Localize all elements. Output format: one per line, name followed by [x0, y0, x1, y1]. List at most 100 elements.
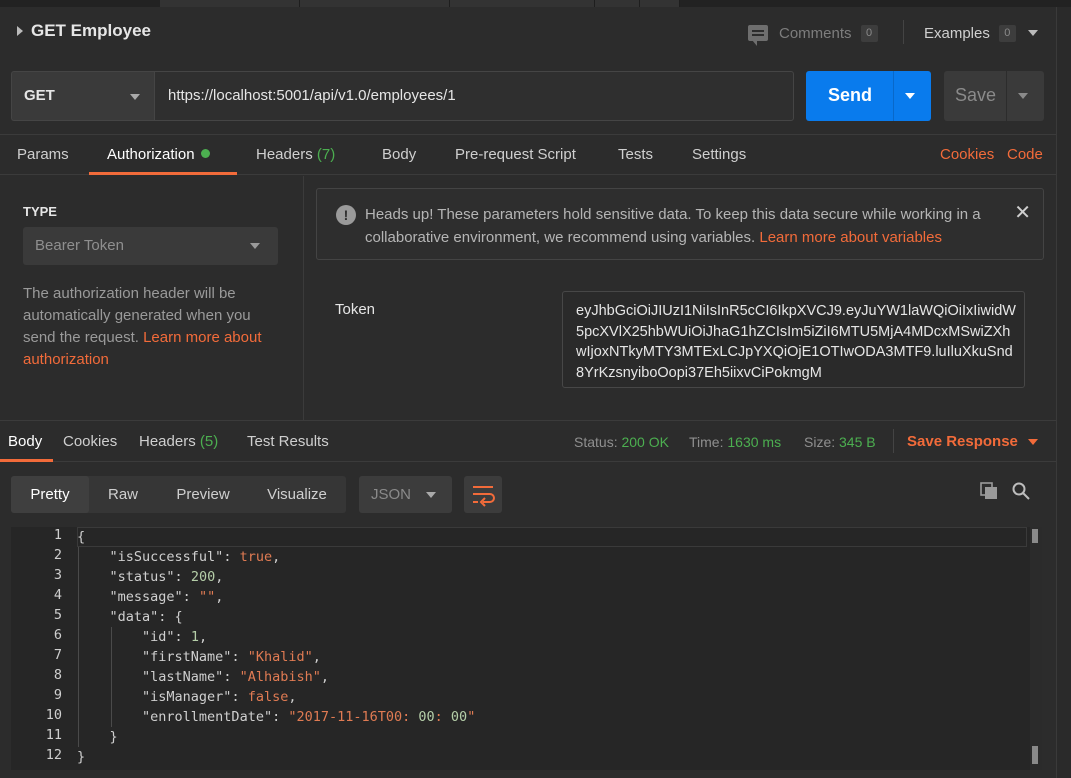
tab-strip-piece[interactable]: [640, 0, 680, 7]
editor-scrollbar[interactable]: [1030, 527, 1042, 770]
divider: [893, 429, 894, 453]
auth-description: The authorization header will be automat…: [23, 283, 285, 371]
tab-response-cookies[interactable]: Cookies: [63, 433, 117, 450]
line-number: 1: [53, 527, 62, 543]
line-number: 4: [53, 587, 62, 603]
tab-response-headers-label: Headers: [139, 433, 196, 450]
tab-strip-piece[interactable]: [300, 0, 450, 7]
chevron-down-icon: [426, 492, 436, 498]
line-number: 6: [53, 627, 62, 643]
comment-icon: [748, 25, 768, 46]
send-options-chevron-icon[interactable]: [905, 93, 915, 99]
time-info: Time: 1630 ms: [689, 434, 781, 450]
code-line: "id": 1,: [142, 629, 208, 645]
code-line: "data": {: [109, 609, 183, 625]
save-options-chevron-icon[interactable]: [1018, 93, 1028, 99]
line-number-gutter: 1 2 3 4 5 6 7 8 9 10 11 12: [11, 527, 69, 770]
preview-button[interactable]: Preview: [161, 476, 245, 513]
line-number: 9: [53, 687, 62, 703]
scrollbar-thumb[interactable]: [1032, 529, 1038, 543]
code-link[interactable]: Code: [1007, 146, 1043, 163]
tab-response-body[interactable]: Body: [8, 433, 42, 450]
raw-button[interactable]: Raw: [91, 476, 155, 513]
save-response-button[interactable]: Save Response: [907, 433, 1038, 450]
method-select[interactable]: GET: [11, 71, 154, 121]
size-label: Size:: [804, 434, 836, 450]
url-input[interactable]: https://localhost:5001/api/v1.0/employee…: [154, 71, 794, 121]
token-value: eyJhbGciOiJIUzI1NiIsInR5cCI6IkpXVCJ9.eyJ…: [576, 303, 1016, 381]
line-number: 7: [53, 647, 62, 663]
tab-strip-piece[interactable]: [160, 0, 300, 7]
tab-params[interactable]: Params: [17, 146, 69, 163]
divider: [903, 20, 904, 44]
code-line: "enrollmentDate": "2017-11-16T00: 00: 00…: [142, 709, 476, 725]
window-scrollbar[interactable]: [1056, 7, 1071, 778]
alert-icon: !: [336, 205, 356, 225]
tab-strip-piece[interactable]: [595, 0, 640, 7]
comments-count: 0: [860, 24, 878, 42]
request-tabs: Params Authorization Headers (7) Body Pr…: [0, 134, 1056, 175]
tab-authorization-label: Authorization: [107, 146, 195, 163]
scrollbar-thumb[interactable]: [1032, 746, 1038, 764]
tab-authorization[interactable]: Authorization: [107, 146, 210, 163]
pretty-button[interactable]: Pretty: [11, 476, 89, 513]
tab-headers[interactable]: Headers (7): [256, 146, 335, 163]
tab-settings[interactable]: Settings: [692, 146, 746, 163]
tab-body[interactable]: Body: [382, 146, 416, 163]
time-label: Time:: [689, 434, 724, 450]
tab-strip-piece[interactable]: [450, 0, 595, 7]
line-number: 10: [45, 707, 62, 723]
headers-count: (7): [316, 146, 336, 163]
tab-prerequest-script[interactable]: Pre-request Script: [455, 146, 576, 163]
warning-text: Heads up! These parameters hold sensitiv…: [365, 203, 1005, 249]
auth-type-panel: TYPE Bearer Token The authorization head…: [0, 176, 304, 420]
tab-test-results[interactable]: Test Results: [247, 433, 329, 450]
time-value: 1630 ms: [727, 434, 782, 450]
method-value: GET: [24, 87, 55, 104]
search-icon[interactable]: [1012, 482, 1030, 500]
visualize-button[interactable]: Visualize: [251, 476, 343, 513]
token-label: Token: [335, 301, 376, 318]
status-info: Status: 200 OK: [574, 434, 669, 450]
wrap-lines-icon: [473, 486, 495, 507]
sensitive-data-warning: ! Heads up! These parameters hold sensit…: [316, 188, 1044, 260]
line-number: 3: [53, 567, 62, 583]
code-line: "lastName": "Alhabish",: [142, 669, 329, 685]
line-number: 5: [53, 607, 62, 623]
tab-headers-label: Headers: [256, 146, 313, 163]
auth-details-panel: ! Heads up! These parameters hold sensit…: [304, 176, 1056, 420]
cookies-link[interactable]: Cookies: [940, 146, 994, 163]
comments-label: Comments: [779, 24, 852, 42]
learn-more-variables-link[interactable]: Learn more about variables: [759, 229, 942, 246]
token-input[interactable]: eyJhbGciOiJIUzI1NiIsInR5cCI6IkpXVCJ9.eyJ…: [562, 291, 1025, 388]
wrap-lines-button[interactable]: [464, 476, 502, 513]
line-number: 2: [53, 547, 62, 563]
examples-count: 0: [998, 24, 1016, 42]
save-button[interactable]: Save: [944, 71, 1044, 121]
response-body-editor[interactable]: 1 2 3 4 5 6 7 8 9 10 11 12 { "isSuccessf…: [11, 527, 1041, 770]
active-indicator-dot: [200, 149, 210, 158]
copy-icon[interactable]: [980, 482, 998, 500]
url-value: https://localhost:5001/api/v1.0/employee…: [168, 87, 456, 104]
tab-tests[interactable]: Tests: [618, 146, 653, 163]
chevron-down-icon: [130, 94, 140, 100]
auth-type-select[interactable]: Bearer Token: [23, 227, 278, 265]
response-headers-count: (5): [199, 433, 219, 450]
comments-button[interactable]: Comments 0: [748, 22, 878, 46]
window-tab-strip: [0, 0, 1071, 7]
auth-type-value: Bearer Token: [35, 237, 124, 254]
code-line: }: [77, 749, 86, 765]
code-line: {: [77, 529, 86, 545]
close-icon[interactable]: ✕: [1014, 203, 1031, 223]
type-label: TYPE: [23, 204, 57, 219]
tab-response-headers[interactable]: Headers (5): [139, 433, 218, 450]
request-title[interactable]: GET Employee: [31, 21, 151, 41]
send-button[interactable]: Send: [806, 71, 931, 121]
chevron-down-icon: [250, 243, 260, 249]
view-mode-toolbar: Pretty Raw Preview Visualize: [11, 476, 346, 513]
line-number: 8: [53, 667, 62, 683]
format-select[interactable]: JSON: [359, 476, 452, 513]
examples-button[interactable]: Examples 0: [924, 22, 1038, 44]
chevron-down-icon: [1027, 30, 1038, 36]
expand-caret-icon[interactable]: [17, 26, 23, 36]
